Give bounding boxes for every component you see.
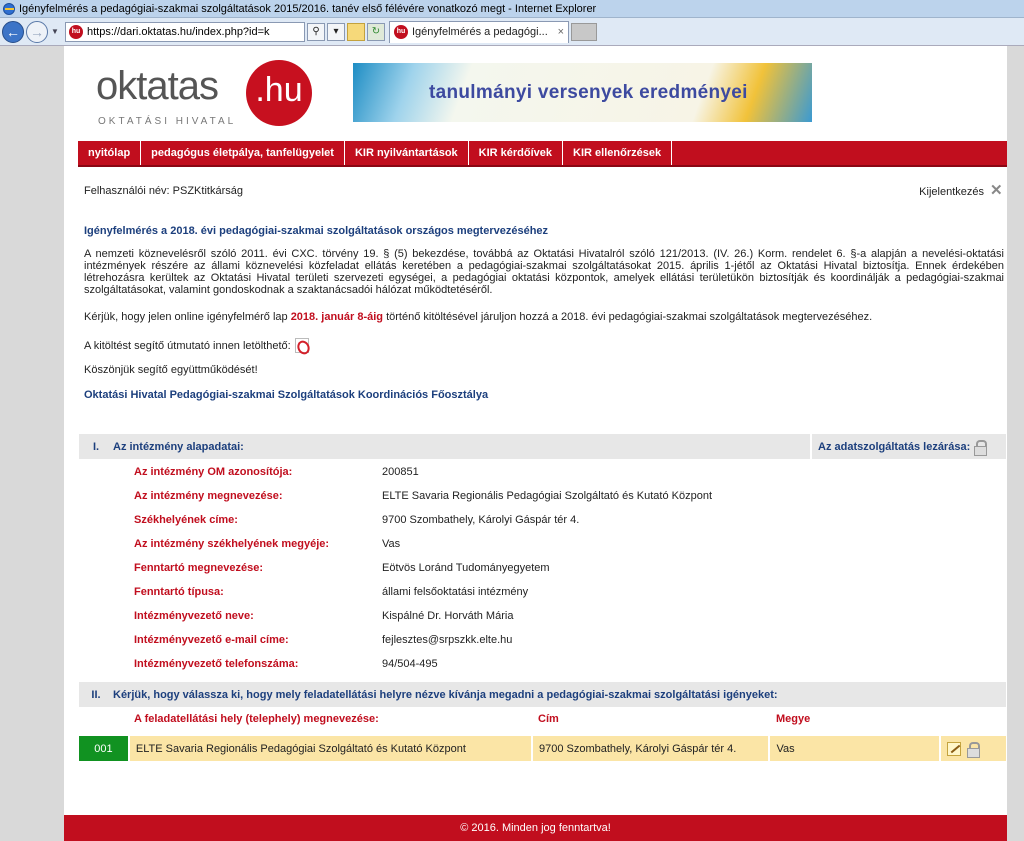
field-value: Kispálné Dr. Horváth Mária [382, 610, 514, 622]
logout-label: Kijelentkezés [919, 185, 984, 198]
menu-item-kir-kerdoivek[interactable]: KIR kérdőívek [469, 141, 564, 165]
field-om-id: Az intézmény OM azonosítója: 200851 [134, 466, 994, 478]
address-dropdown-icon[interactable]: ▾ [327, 22, 345, 41]
section-1-number: I. [92, 440, 100, 453]
field-maintainer: Fenntartó megnevezése: Eötvös Loránd Tud… [134, 562, 994, 574]
field-county: Az intézmény székhelyének megyéje: Vas [134, 538, 994, 550]
row-code[interactable]: 001 [79, 736, 128, 761]
thanks-paragraph: Köszönjük segítő együttműködését! [84, 364, 258, 376]
page-content: oktatas .hu OKTATÁSI HIVATAL tanulmányi … [64, 46, 1007, 841]
header-name: A feladatellátási hely (telephely) megne… [134, 713, 379, 725]
close-submission: Az adatszolgáltatás lezárása: [810, 434, 1006, 459]
field-value: 94/504-495 [382, 658, 438, 670]
forward-arrow-icon[interactable]: → [26, 20, 48, 43]
pdf-icon[interactable] [294, 338, 309, 353]
refresh-icon[interactable]: ↻ [367, 22, 385, 41]
logo-subtitle: OKTATÁSI HIVATAL [98, 116, 237, 127]
row-address: 9700 Szombathely, Károlyi Gáspár tér 4. [533, 736, 769, 761]
tab-close-icon[interactable]: × [558, 26, 564, 38]
table-row[interactable]: 001 ELTE Savaria Regionális Pedagógiai S… [79, 736, 1006, 761]
promo-banner[interactable]: tanulmányi versenyek eredményei [353, 63, 812, 122]
field-label: Az intézmény megnevezése: [134, 490, 283, 502]
field-label: Intézményvezető neve: [134, 610, 254, 622]
tab-favicon-icon: hu [394, 25, 408, 39]
field-value: fejlesztes@srpszkk.elte.hu [382, 634, 513, 646]
row-county: Vas [770, 736, 940, 761]
logo-word: oktatas [96, 64, 219, 108]
menu-item-kir-ellenorzesek[interactable]: KIR ellenőrzések [563, 141, 673, 165]
page-heading: Igényfelmérés a 2018. évi pedagógiai-sza… [84, 225, 549, 237]
site-favicon-icon: hu [69, 24, 83, 39]
close-submission-label: Az adatszolgáltatás lezárása: [818, 440, 971, 453]
field-value: 9700 Szombathely, Károlyi Gáspár tér 4. [382, 514, 580, 526]
section-2-number: II. [91, 688, 101, 701]
page-footer: © 2016. Minden jog fenntartva! [64, 815, 1007, 841]
back-arrow-icon[interactable]: ← [2, 20, 24, 43]
field-label: Fenntartó megnevezése: [134, 562, 263, 574]
deadline-text-post: történő kitöltésével járuljon hozzá a 20… [383, 311, 873, 323]
banner-text: tanulmányi versenyek eredményei [429, 82, 748, 103]
signature: Oktatási Hivatal Pedagógiai-szakmai Szol… [84, 389, 489, 401]
padlock-icon[interactable] [974, 439, 988, 456]
url-input[interactable]: hu https://dari.oktatas.hu/index.php?id=… [65, 21, 305, 42]
section-2-title: Kérjük, hogy válassza ki, hogy mely fela… [113, 688, 778, 701]
field-maintainer-type: Fenntartó típusa: állami felsőoktatási i… [134, 586, 994, 598]
deadline-text-pre: Kérjük, hogy jelen online igényfelmérő l… [84, 311, 291, 323]
row-padlock-icon[interactable] [967, 741, 981, 758]
main-menu: nyitólap pedagógus életpálya, tanfelügye… [78, 141, 1007, 167]
menu-item-nyitolap[interactable]: nyitólap [78, 141, 142, 165]
section-2-header: II. Kérjük, hogy válassza ki, hogy mely … [79, 682, 1006, 707]
deadline-date: 2018. január 8-áig [290, 311, 384, 323]
field-institution-name: Az intézmény megnevezése: ELTE Savaria R… [134, 490, 994, 502]
menu-item-pedagogus-eletpalya[interactable]: pedagógus életpálya, tanfelügyelet [141, 141, 345, 165]
history-dropdown-icon[interactable]: ▼ [51, 27, 61, 36]
row-actions [941, 736, 1006, 761]
header-county: Megye [776, 713, 811, 725]
field-label: Az intézmény OM azonosítója: [134, 466, 293, 478]
oktatas-logo[interactable]: oktatas .hu OKTATÁSI HIVATAL [96, 60, 321, 130]
url-text: https://dari.oktatas.hu/index.php?id=k [87, 25, 270, 38]
browser-tab[interactable]: hu Igényfelmérés a pedagógi... × [389, 20, 569, 43]
edit-pencil-icon[interactable] [947, 741, 962, 756]
field-label: Intézményvezető telefonszáma: [134, 658, 299, 670]
field-label: Intézményvezető e-mail címe: [134, 634, 289, 646]
logout-link[interactable]: Kijelentkezés ✕ [919, 183, 1003, 198]
window-title: Igényfelmérés a pedagógiai-szakmai szolg… [19, 2, 597, 15]
browser-titlebar: Igényfelmérés a pedagógiai-szakmai szolg… [0, 0, 1024, 18]
field-value: 200851 [382, 466, 419, 478]
security-lock-icon[interactable] [347, 22, 365, 41]
guide-paragraph: A kitöltést segítő útmutató innen letölt… [84, 338, 1004, 353]
field-value: Eötvös Loránd Tudományegyetem [382, 562, 550, 574]
internet-explorer-icon [3, 2, 15, 15]
deadline-paragraph: Kérjük, hogy jelen online igényfelmérő l… [84, 311, 1004, 323]
header-address: Cím [538, 713, 559, 725]
search-icon[interactable]: ⚲ [307, 22, 325, 41]
field-address: Székhelyének címe: 9700 Szombathely, Kár… [134, 514, 994, 526]
field-label: Az intézmény székhelyének megyéje: [134, 538, 330, 550]
field-value: Vas [382, 538, 401, 550]
browser-address-bar: ← → ▼ hu https://dari.oktatas.hu/index.p… [0, 18, 1024, 46]
logo-hu-circle: .hu [246, 60, 312, 126]
intro-paragraph: A nemzeti köznevelésről szóló 2011. évi … [84, 248, 1004, 296]
tab-title: Igényfelmérés a pedagógi... [412, 26, 548, 38]
close-x-icon[interactable]: ✕ [990, 183, 1003, 198]
section-1-title: Az intézmény alapadatai: [113, 440, 244, 453]
field-head-phone: Intézményvezető telefonszáma: 94/504-495 [134, 658, 994, 670]
field-label: Székhelyének címe: [134, 514, 238, 526]
field-head-name: Intézményvezető neve: Kispálné Dr. Horvá… [134, 610, 994, 622]
field-value: ELTE Savaria Regionális Pedagógiai Szolg… [382, 490, 713, 502]
menu-item-kir-nyilvantartasok[interactable]: KIR nyilvántartások [345, 141, 469, 165]
field-value: állami felsőoktatási intézmény [382, 586, 529, 598]
guide-text: A kitöltést segítő útmutató innen letölt… [84, 339, 291, 352]
window-edge [1007, 46, 1024, 841]
new-tab-button[interactable] [571, 22, 597, 41]
row-name[interactable]: ELTE Savaria Regionális Pedagógiai Szolg… [129, 736, 531, 761]
field-head-email: Intézményvezető e-mail címe: fejlesztes@… [134, 634, 994, 646]
section-1-header: I. Az intézmény alapadatai: Az adatszolg… [79, 434, 1006, 459]
field-label: Fenntartó típusa: [134, 586, 224, 598]
username-label: Felhasználói név: PSZKtitkárság [84, 185, 243, 197]
